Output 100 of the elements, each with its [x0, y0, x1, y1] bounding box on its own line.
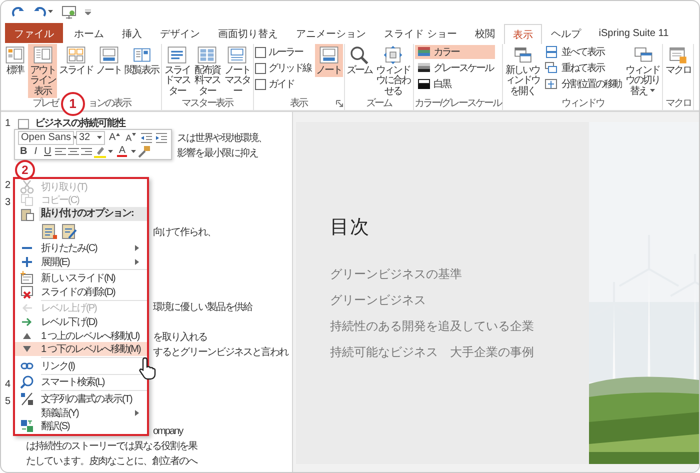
ribbon-button[interactable]: 白黒 [414, 77, 495, 91]
align-center-icon[interactable] [68, 146, 80, 156]
slide-title: ビジネスの持続可能性 [35, 116, 125, 131]
menu-item[interactable]: 展開(E) [15, 254, 147, 268]
ribbon-tab[interactable]: 表示 [504, 24, 542, 44]
paste-icon[interactable] [41, 222, 57, 240]
ribbon-button[interactable]: ノート [95, 44, 122, 78]
ribbon-button[interactable]: 標準 [3, 44, 27, 78]
ribbon-button[interactable]: 閲覧表示 [124, 44, 160, 78]
outline-text: スは世界や現地環境、 [177, 132, 267, 146]
menu-item[interactable]: スライドの削除(D) [15, 284, 147, 299]
group-label: ョンの表示 [88, 98, 130, 110]
menu-item[interactable]: 翻訳(S) [15, 419, 147, 433]
checkbox[interactable] [254, 46, 266, 58]
ribbon-button[interactable]: ズーム [346, 44, 373, 78]
font-color-button[interactable]: A [115, 144, 130, 158]
bold-button[interactable]: B [18, 144, 30, 158]
ribbon-tab[interactable]: アニメーション [287, 23, 375, 43]
ribbon-button[interactable]: 並べて表示 [542, 45, 623, 59]
caret-up-icon [116, 132, 120, 136]
caret-icon [97, 136, 102, 140]
ribbon-button[interactable]: 重ねて表示 [542, 61, 623, 75]
caret-icon [48, 10, 53, 14]
translate-icon [20, 419, 34, 434]
ribbon-tab[interactable]: 挿入 [113, 23, 151, 43]
ribbon-tab[interactable]: スライド ショー [375, 23, 466, 43]
plus-icon [20, 254, 34, 269]
search-icon [20, 375, 34, 390]
caret-down-icon [132, 132, 136, 136]
ribbon-button[interactable]: マクロ [664, 44, 692, 78]
menu-item[interactable]: 1 つ下のレベルへ移動(M) [15, 342, 147, 356]
ribbon-button[interactable]: ウィンドウに合わせる [374, 44, 412, 98]
group-label: マスター表示 [182, 98, 232, 110]
grow-font-button[interactable]: A [107, 130, 122, 144]
submenu-arrow-icon [135, 244, 139, 251]
layout-icon [197, 45, 217, 65]
slide-number: 3 [4, 196, 12, 210]
delete-slide-icon [20, 284, 34, 299]
menu-item[interactable]: 折りたたみ(C) [15, 241, 147, 255]
caret-icon [131, 150, 136, 154]
menu-item[interactable]: レベル下げ(D) [15, 315, 147, 329]
ribbon-button[interactable]: ノートマスター [222, 44, 252, 98]
font-field[interactable]: Open Sans [18, 130, 74, 144]
split-icon [544, 77, 558, 91]
group-label: 表示 [290, 98, 307, 110]
align-left-icon[interactable] [55, 146, 66, 156]
ribbon-tab[interactable]: iSpring Suite 11 [590, 23, 678, 43]
paste-icon[interactable] [61, 222, 77, 240]
ribbon-tab[interactable]: デザイン [151, 23, 209, 43]
ribbon-tab[interactable]: 画面切り替え [209, 23, 287, 43]
ribbon-button[interactable]: 分割位置の移動 [542, 77, 623, 91]
menu-item[interactable]: 新しいスライド(N) [15, 271, 147, 285]
highlighter-icon[interactable] [94, 146, 106, 158]
slide-heading: 目次 [330, 216, 371, 240]
italic-button[interactable]: I [31, 144, 40, 158]
ribbon-button[interactable]: ウィンドウの切り替え [624, 44, 662, 98]
outline-text: ompany [153, 425, 183, 439]
ribbon-button[interactable]: スライド [58, 44, 94, 78]
menu-item[interactable]: 文字列の書式の表示(T) [15, 392, 147, 406]
outline-text: たしています。皮肉なことに、創立者のへ [26, 454, 197, 469]
ribbon-button[interactable]: グレースケール [414, 61, 495, 75]
ribbon-button[interactable]: ノート [315, 44, 342, 78]
checkbox[interactable] [254, 62, 266, 74]
menu-heading: 貼り付けのオプション: [39, 207, 147, 222]
layout-icon [98, 45, 119, 65]
presenter-icon [61, 5, 77, 19]
ribbon-button[interactable]: アウトライン表示 [28, 44, 57, 98]
layout-icon [32, 45, 52, 65]
menu-item[interactable]: スマート検索(L) [15, 376, 147, 390]
menu-item[interactable]: 類義語(Y) [15, 406, 147, 420]
group-label: ズーム [366, 98, 392, 110]
underline-button[interactable]: U [42, 144, 54, 158]
redo-icon [11, 5, 25, 19]
ribbon-tab[interactable]: ホーム [65, 23, 113, 43]
ribbon-button[interactable]: カラー [414, 45, 495, 59]
ribbon-tab[interactable]: 校閲 [466, 23, 504, 43]
decrease-indent-icon[interactable] [140, 132, 153, 144]
increase-indent-icon[interactable] [154, 132, 168, 144]
ribbon-tab[interactable]: ヘルプ [542, 23, 590, 43]
dialog-launcher-icon[interactable] [336, 100, 342, 107]
font-size-field[interactable]: 32 [76, 130, 105, 144]
group-label: プレゼ [32, 98, 58, 110]
ribbon-button[interactable]: スライドマスター [162, 44, 192, 98]
format-painter-icon[interactable] [138, 146, 150, 158]
checkbox[interactable] [254, 78, 266, 90]
layout-icon [167, 45, 187, 65]
ribbon-button[interactable]: 配布資料マスター [192, 44, 222, 98]
callout-number: 2 [15, 160, 35, 180]
shrink-font-button[interactable]: A [124, 130, 138, 144]
cascade-windows-icon [544, 61, 558, 75]
outline-text: 向けて作られ、 [153, 226, 216, 240]
ribbon-button[interactable]: 新しいウィンドウを開く [504, 44, 542, 98]
file-tab[interactable]: ファイル [5, 23, 63, 43]
menu-item[interactable]: 1 つ上のレベルへ移動(U) [15, 328, 147, 342]
slide-number: 4 [4, 378, 12, 392]
group-label: カラー/グレースケール [414, 98, 501, 110]
submenu-arrow-icon [135, 410, 139, 416]
window-icon [512, 45, 533, 65]
clipboard-icon [20, 207, 34, 222]
align-right-icon[interactable] [81, 146, 92, 156]
